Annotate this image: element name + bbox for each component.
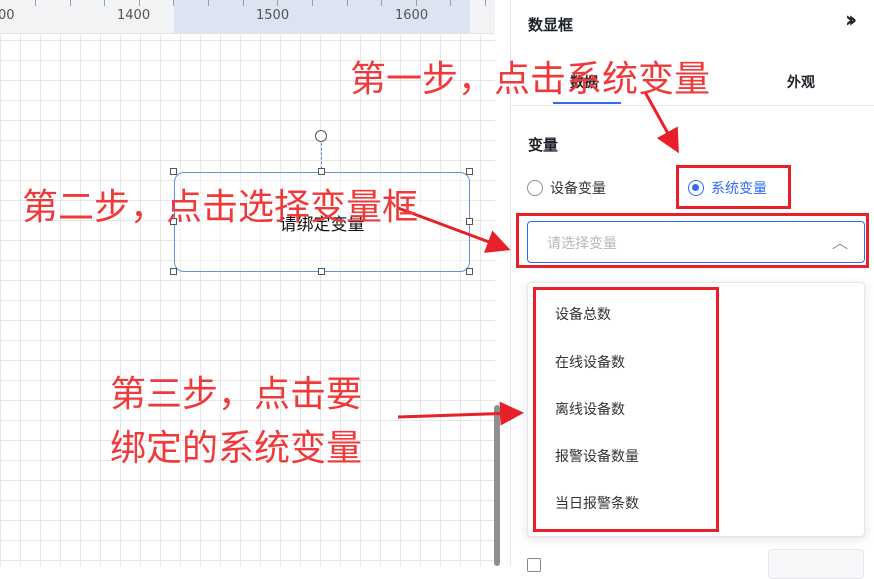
annotation-step3-line1: 第三步，点击要 bbox=[110, 374, 363, 415]
annotation-step1: 第一步，点击系统变量 bbox=[350, 59, 711, 100]
annotation-step2: 第二步，点击选择变量框 bbox=[22, 187, 419, 228]
annotation-step3: 第三步，点击要 绑定的系统变量 bbox=[110, 368, 362, 476]
annotation-step3-line2: 绑定的系统变量 bbox=[110, 428, 363, 469]
arrow-step3 bbox=[397, 401, 524, 426]
